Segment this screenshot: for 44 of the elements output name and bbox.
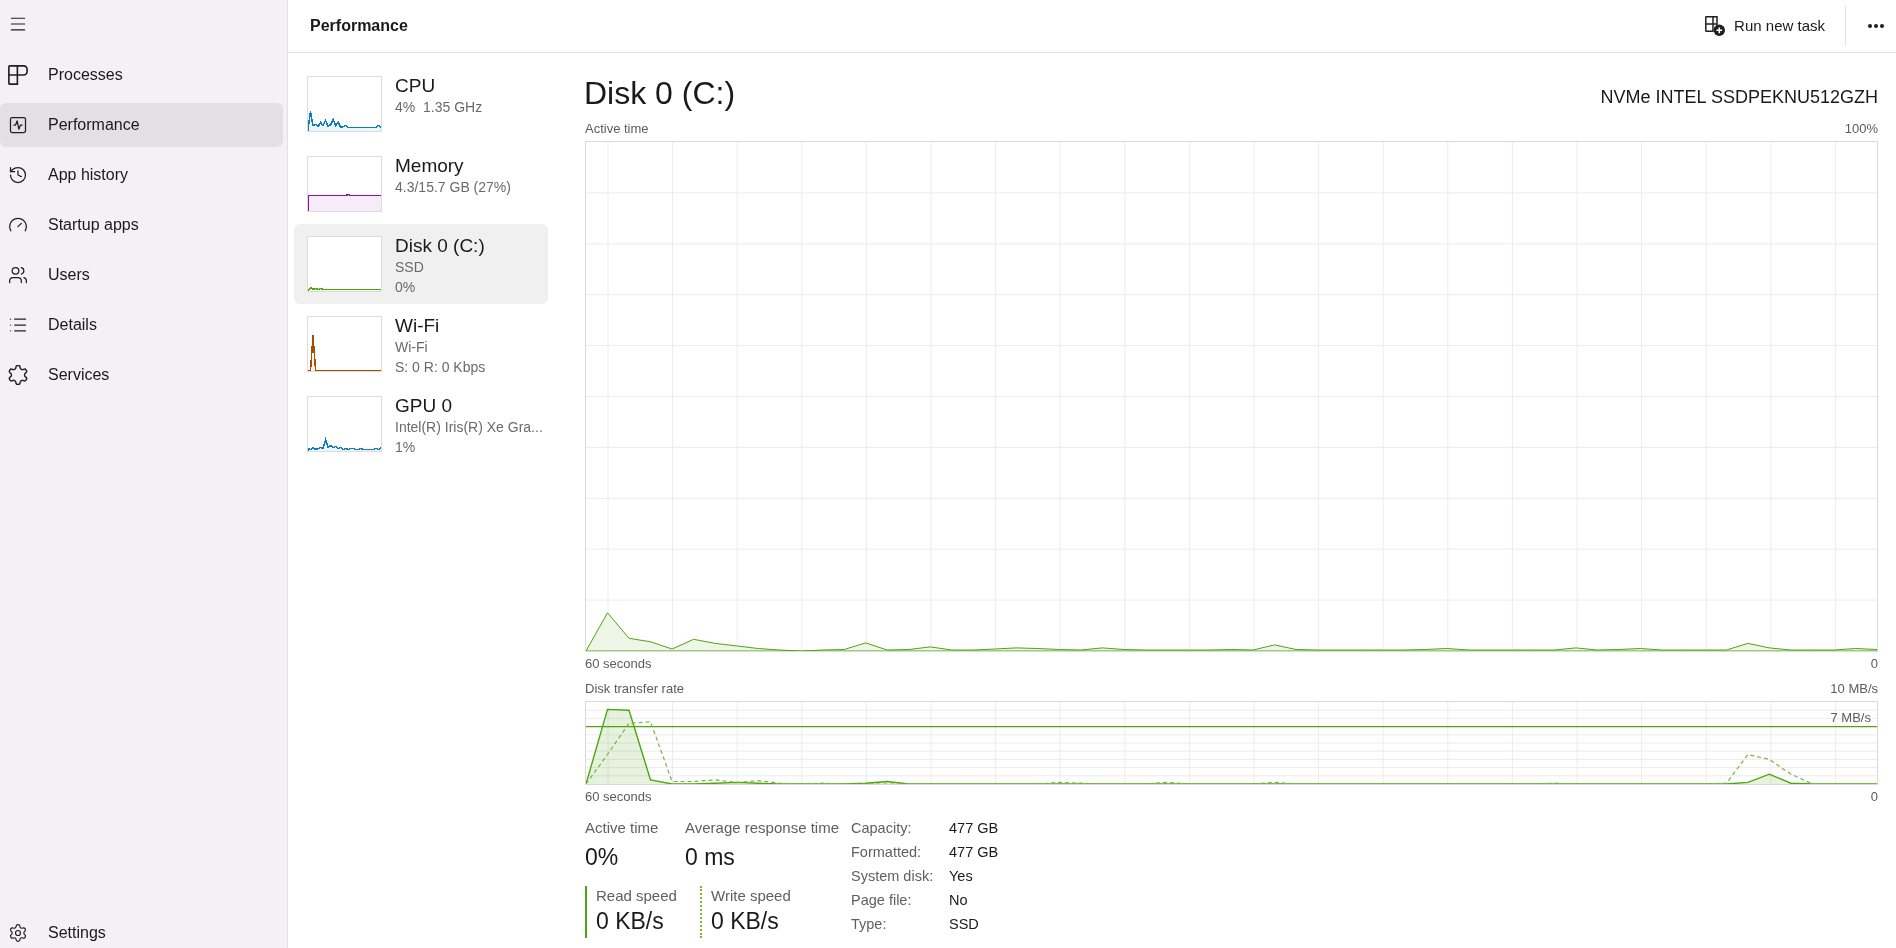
solid-legend-line	[585, 886, 587, 938]
dotted-legend-line	[700, 886, 702, 938]
history-icon	[8, 165, 28, 185]
settings-button[interactable]: Settings	[0, 918, 283, 948]
property-label: Formatted:	[851, 843, 923, 862]
resource-item[interactable]: Disk 0 (C:) SSD 0%	[294, 224, 548, 304]
time-span-label: 60 seconds	[585, 656, 652, 672]
page-title: Performance	[310, 16, 408, 36]
property-value: SSD	[949, 915, 979, 934]
property-value: Yes	[949, 867, 973, 886]
property-value: No	[949, 891, 968, 910]
more-icon	[1868, 24, 1884, 28]
speed-value: 0 KB/s	[711, 907, 780, 936]
speed-label: Write speed	[711, 886, 791, 906]
scale-label: 100%	[1844, 121, 1878, 137]
settings-icon	[8, 923, 28, 943]
disk-model: NVMe INTEL SSDPEKNU512GZH	[1600, 86, 1878, 108]
users-icon	[8, 265, 28, 285]
time-span-label: 60 seconds	[585, 789, 652, 805]
gear-outline-icon	[8, 365, 28, 385]
metric-label: Average response time	[685, 818, 840, 838]
new-task-icon	[1705, 16, 1726, 36]
disk-title: Disk 0 (C:)	[584, 74, 736, 113]
speed-value: 0 KB/s	[596, 907, 665, 936]
property-label: Capacity:	[851, 819, 913, 838]
grid-panels-icon	[8, 65, 28, 85]
metric-value: 0%	[585, 843, 620, 872]
scale-label: 0	[1870, 656, 1878, 672]
property-label: System disk:	[851, 867, 935, 886]
property-value: 477 GB	[949, 819, 999, 838]
property-label: Page file:	[851, 891, 913, 910]
scale-label: 10 MB/s	[1830, 681, 1878, 697]
metric-label: Active time	[585, 818, 660, 838]
metric-value: 0 ms	[685, 843, 736, 872]
scale-label: 7 MB/s	[1830, 709, 1871, 726]
run-new-task-button[interactable]: Run new task	[1697, 8, 1833, 44]
speed-label: Read speed	[596, 886, 677, 906]
chart-title: Active time	[585, 121, 649, 137]
scale-label: 0	[1870, 789, 1878, 805]
property-value: 477 GB	[949, 843, 999, 862]
property-label: Type:	[851, 915, 888, 934]
chart-title: Disk transfer rate	[585, 681, 684, 697]
activity-icon	[8, 115, 28, 135]
nav-item[interactable]: Performance	[0, 103, 283, 147]
